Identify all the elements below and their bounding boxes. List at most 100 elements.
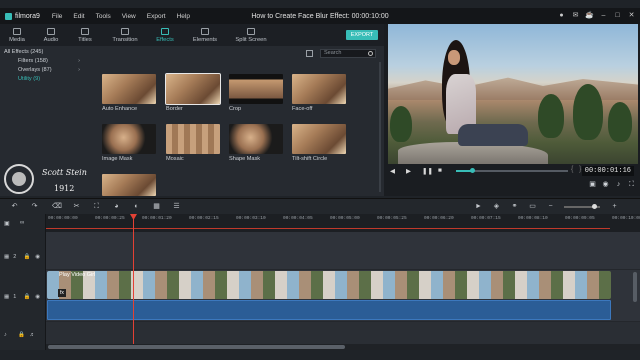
snap-icon[interactable]: ▭: [528, 202, 537, 211]
category-all-effects[interactable]: All Effects (245): [4, 48, 92, 57]
maximize-icon[interactable]: □: [613, 11, 622, 20]
grid-view-icon[interactable]: [306, 50, 313, 57]
brand: filmora9: [5, 12, 40, 20]
color-icon[interactable]: ◐: [132, 202, 141, 211]
playback-bar: ◀ ▶ ❚❚ ■ { } 00:00:01:16: [388, 165, 638, 177]
zoom-slider-knob[interactable]: [592, 204, 597, 209]
tab-transition[interactable]: Transition: [102, 24, 148, 46]
crop-icon[interactable]: ⛶: [92, 202, 101, 211]
video-clip[interactable]: Play Video Girl fx: [47, 271, 611, 299]
watermark-year: 1912: [54, 184, 75, 193]
tab-audio[interactable]: Audio: [34, 24, 68, 46]
menu-edit[interactable]: Edit: [73, 13, 84, 20]
effect-border[interactable]: Border: [165, 73, 222, 112]
speaker-icon[interactable]: ♬: [30, 332, 36, 338]
delete-icon[interactable]: ⌫: [52, 202, 62, 211]
brand-name: filmora9: [15, 12, 40, 20]
effect-thumbnail: [102, 74, 156, 104]
category-filters[interactable]: Filters (158) ›: [4, 57, 92, 66]
redo-icon[interactable]: ↷: [30, 202, 39, 211]
lock-icon[interactable]: 🔒: [24, 254, 31, 260]
chevron-right-icon: ›: [78, 67, 80, 73]
effects-scrollbar[interactable]: [379, 62, 381, 192]
speed-icon[interactable]: ◕: [112, 202, 121, 211]
play-icon[interactable]: ▶: [406, 167, 411, 175]
ruler-tick-label: 00:00:07:15: [471, 216, 501, 221]
lock-icon[interactable]: 🔒: [18, 332, 25, 338]
export-button[interactable]: EXPORT: [346, 30, 378, 40]
effect-mosaic[interactable]: Mosaic: [166, 124, 222, 162]
effects-categories: All Effects (245) Filters (158) › Overlay…: [0, 46, 96, 196]
preview-tree: [538, 94, 564, 138]
split-screen-icon: [247, 28, 255, 35]
snapshot-icon[interactable]: ◉: [601, 181, 610, 189]
fullscreen-icon[interactable]: ⛶: [627, 181, 636, 189]
pause-icon[interactable]: ❚❚: [422, 167, 433, 175]
stop-icon[interactable]: ■: [438, 167, 442, 174]
eye-icon[interactable]: ◉: [35, 294, 40, 300]
effect-item[interactable]: [102, 174, 158, 196]
close-icon[interactable]: ✕: [627, 11, 636, 20]
green-screen-icon[interactable]: ▦: [152, 202, 161, 211]
timeline-toolbar: ↶ ↷ ⌫ ✂ ⛶ ◕ ◐ ▦ ☰ ► ◈ ⚭ ▭ − +: [0, 198, 640, 214]
add-track-icon[interactable]: ▣: [4, 220, 10, 227]
audio-waveform[interactable]: [47, 300, 611, 320]
category-overlays[interactable]: Overlays (87) ›: [4, 66, 92, 75]
undo-icon[interactable]: ↶: [10, 202, 19, 211]
menu-view[interactable]: View: [122, 13, 136, 20]
playhead[interactable]: [133, 214, 134, 350]
effects-grid: Search Auto Enhance Border Crop Face-off…: [96, 46, 384, 196]
titles-icon: [81, 28, 89, 35]
account-icon[interactable]: ●: [557, 11, 566, 20]
timeline-vertical-scrollbar[interactable]: [633, 272, 637, 302]
music-note-icon: ♪: [4, 332, 7, 338]
effect-tilt-shift-circle[interactable]: Tilt-shift Circle: [292, 124, 348, 162]
scrollbar-thumb[interactable]: [48, 345, 345, 349]
cart-icon[interactable]: ☕: [585, 11, 594, 20]
effect-thumbnail: [102, 174, 156, 196]
library-panel: Media Audio Titles Transition Effects El…: [0, 24, 384, 196]
zoom-in-icon[interactable]: +: [610, 202, 619, 211]
display-icon[interactable]: ▣: [588, 181, 597, 189]
music-icon: [47, 28, 55, 35]
zoom-out-icon[interactable]: −: [546, 202, 555, 211]
track-row-2[interactable]: [46, 232, 640, 270]
timeline-horizontal-scrollbar[interactable]: [46, 344, 640, 350]
previous-frame-icon[interactable]: ◀: [390, 167, 395, 175]
effect-auto-enhance[interactable]: Auto Enhance: [102, 74, 158, 112]
ruler-line: [46, 228, 610, 229]
minimize-icon[interactable]: –: [599, 11, 608, 20]
video-preview[interactable]: [388, 24, 638, 164]
record-voice-icon[interactable]: ⚭: [510, 202, 519, 211]
menu-export[interactable]: Export: [147, 13, 166, 20]
tab-split-screen[interactable]: Split Screen: [228, 24, 274, 46]
tab-media[interactable]: Media: [0, 24, 34, 46]
effect-crop[interactable]: Crop: [229, 74, 285, 112]
menu-help[interactable]: Help: [177, 13, 190, 20]
tab-elements[interactable]: Elements: [182, 24, 228, 46]
marker-icon[interactable]: ◈: [492, 202, 501, 211]
preview-progress-knob[interactable]: [470, 168, 476, 173]
tab-effects[interactable]: Effects: [148, 24, 182, 46]
category-utility[interactable]: Utility (9): [4, 75, 92, 84]
link-icon[interactable]: ∞: [20, 220, 24, 226]
ruler-tick-label: 00:00:01:20: [142, 216, 172, 221]
audio-mixer-icon[interactable]: ☰: [172, 202, 181, 211]
lock-icon[interactable]: 🔒: [24, 294, 31, 300]
search-input[interactable]: Search: [320, 49, 376, 58]
mail-icon[interactable]: ✉: [571, 11, 580, 20]
menu-tools[interactable]: Tools: [96, 13, 111, 20]
menu-file[interactable]: File: [52, 13, 62, 20]
ruler-tick-label: 00:00:05:25: [377, 216, 407, 221]
cut-icon[interactable]: ✂: [72, 202, 81, 211]
media-icon: [13, 28, 21, 35]
effect-image-mask[interactable]: Image Mask: [102, 124, 158, 162]
effect-face-off[interactable]: Face-off: [292, 74, 348, 112]
mark-in-icon[interactable]: {: [571, 166, 573, 173]
eye-icon[interactable]: ◉: [35, 254, 40, 260]
effect-shape-mask[interactable]: Shape Mask: [229, 124, 285, 162]
tab-titles[interactable]: Titles: [68, 24, 102, 46]
render-icon[interactable]: ►: [474, 202, 483, 211]
volume-icon[interactable]: ♪: [614, 181, 623, 189]
search-icon[interactable]: [368, 51, 373, 56]
